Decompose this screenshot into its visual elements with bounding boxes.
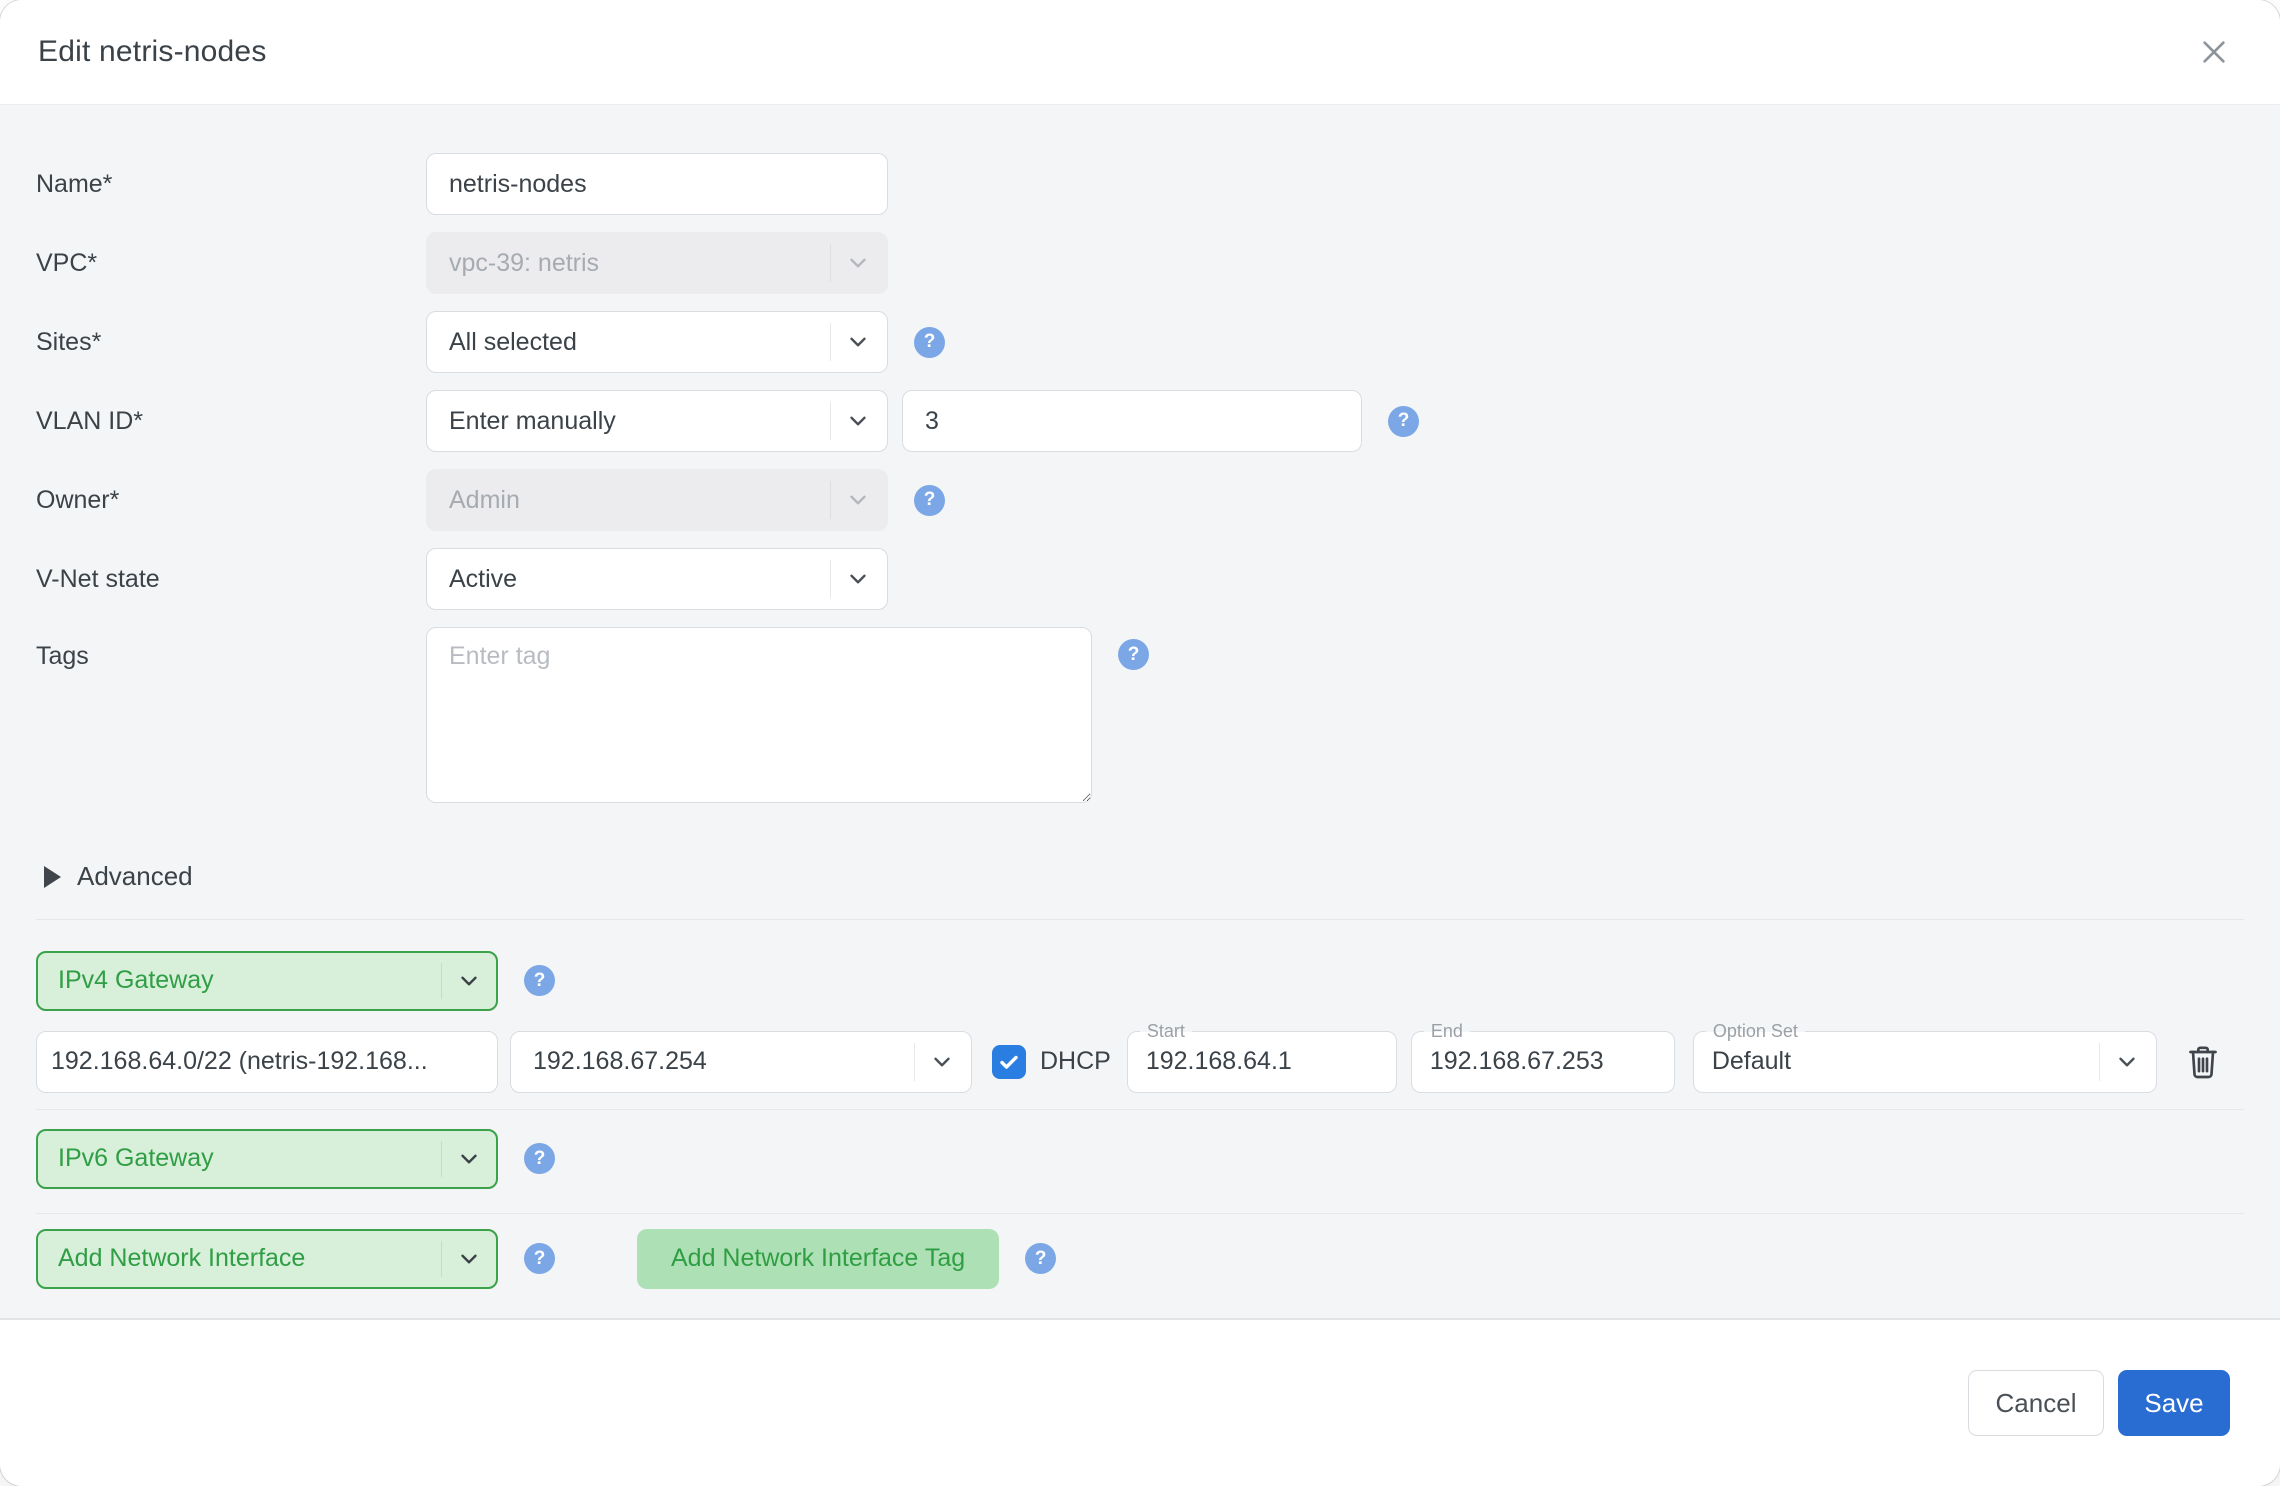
- add-interface-help-icon[interactable]: ?: [524, 1243, 555, 1274]
- select-divider: [441, 1141, 442, 1177]
- caret-right-icon: [44, 866, 61, 888]
- close-icon: [2198, 36, 2230, 68]
- ipv6-gateway-help-icon[interactable]: ?: [524, 1143, 555, 1174]
- vnet-state-select[interactable]: Active: [426, 548, 888, 610]
- select-divider: [830, 481, 831, 519]
- select-divider: [830, 560, 831, 598]
- owner-help-icon[interactable]: ?: [914, 485, 945, 516]
- select-divider: [441, 963, 442, 999]
- tags-label: Tags: [36, 627, 426, 671]
- ipv4-gateway-help-icon[interactable]: ?: [524, 965, 555, 996]
- dialog-body: Name* VPC* vpc-39: netris Sites* All sel…: [0, 105, 2280, 1320]
- option-set-label: Option Set: [1706, 1021, 1805, 1042]
- dhcp-end-label: End: [1424, 1021, 1470, 1042]
- tags-help-icon[interactable]: ?: [1118, 639, 1149, 670]
- advanced-toggle[interactable]: Advanced: [44, 861, 193, 892]
- vnet-state-label: V-Net state: [36, 565, 426, 594]
- section-divider: [36, 1213, 2244, 1214]
- dhcp-start-label: Start: [1140, 1021, 1192, 1042]
- vnet-state-value: Active: [449, 565, 517, 594]
- vpc-label: VPC*: [36, 249, 426, 278]
- select-divider: [830, 323, 831, 361]
- vlan-id-input[interactable]: [902, 390, 1362, 452]
- owner-label: Owner*: [36, 486, 426, 515]
- add-network-interface-select[interactable]: Add Network Interface: [36, 1229, 498, 1289]
- select-divider: [2099, 1043, 2100, 1081]
- select-divider: [830, 244, 831, 282]
- sites-select[interactable]: All selected: [426, 311, 888, 373]
- vlan-mode-select[interactable]: Enter manually: [426, 390, 888, 452]
- ipv6-gateway-row: IPv6 Gateway ?: [36, 1129, 2244, 1189]
- add-network-interface-tag-button[interactable]: Add Network Interface Tag: [637, 1229, 999, 1289]
- cancel-button[interactable]: Cancel: [1968, 1370, 2104, 1436]
- vnet-state-row: V-Net state Active: [36, 548, 2244, 610]
- chevron-down-icon: [929, 1049, 955, 1075]
- dhcp-checkbox[interactable]: [992, 1045, 1026, 1079]
- tags-row: Tags ?: [36, 627, 2244, 803]
- dhcp-end-value: 192.168.67.253: [1430, 1047, 1604, 1076]
- dhcp-label: DHCP: [1040, 1047, 1111, 1076]
- chevron-down-icon: [456, 1146, 482, 1172]
- select-divider: [830, 402, 831, 440]
- chevron-down-icon: [2114, 1049, 2140, 1075]
- section-divider: [36, 1109, 2244, 1110]
- dhcp-end-field[interactable]: End 192.168.67.253: [1411, 1031, 1675, 1093]
- vlan-mode-value: Enter manually: [449, 407, 616, 436]
- owner-value: Admin: [449, 486, 520, 515]
- chevron-down-icon: [845, 329, 871, 355]
- select-divider: [914, 1043, 915, 1081]
- edit-vnet-dialog: Edit netris-nodes Name* VPC* vpc-39: net…: [0, 0, 2280, 1486]
- ipv4-gateway-select-label: IPv4 Gateway: [58, 966, 214, 995]
- owner-select: Admin: [426, 469, 888, 531]
- vpc-value: vpc-39: netris: [449, 249, 599, 278]
- vlan-label: VLAN ID*: [36, 407, 426, 436]
- ipv4-gateway-row: IPv4 Gateway ?: [36, 951, 2244, 1011]
- ipv4-gateway-address-value: 192.168.67.254: [533, 1047, 707, 1076]
- vpc-select: vpc-39: netris: [426, 232, 888, 294]
- dialog-header: Edit netris-nodes: [0, 0, 2280, 105]
- ipv6-gateway-select[interactable]: IPv6 Gateway: [36, 1129, 498, 1189]
- ipv4-gateway-address-select[interactable]: 192.168.67.254: [510, 1031, 972, 1093]
- vlan-row: VLAN ID* Enter manually ?: [36, 390, 2244, 452]
- select-divider: [441, 1241, 442, 1277]
- name-label: Name*: [36, 170, 426, 199]
- owner-row: Owner* Admin ?: [36, 469, 2244, 531]
- dhcp-start-value: 192.168.64.1: [1146, 1047, 1292, 1076]
- trash-icon: [2183, 1042, 2223, 1082]
- name-input[interactable]: [426, 153, 888, 215]
- sites-label: Sites*: [36, 328, 426, 357]
- checkmark-icon: [997, 1050, 1021, 1074]
- chevron-down-icon: [456, 968, 482, 994]
- ipv6-gateway-select-label: IPv6 Gateway: [58, 1144, 214, 1173]
- add-interface-row: Add Network Interface ? Add Network Inte…: [36, 1229, 2244, 1289]
- ipv4-subnet-select[interactable]: 192.168.64.0/22 (netris-192.168...: [36, 1031, 498, 1093]
- ipv4-gateway-select[interactable]: IPv4 Gateway: [36, 951, 498, 1011]
- save-button[interactable]: Save: [2118, 1370, 2230, 1436]
- chevron-down-icon: [845, 487, 871, 513]
- dialog-title: Edit netris-nodes: [38, 35, 267, 69]
- sites-value: All selected: [449, 328, 577, 357]
- chevron-down-icon: [456, 1246, 482, 1272]
- advanced-label: Advanced: [77, 861, 193, 892]
- add-interface-tag-help-icon[interactable]: ?: [1025, 1243, 1056, 1274]
- option-set-value: Default: [1712, 1047, 1791, 1076]
- name-row: Name*: [36, 153, 2244, 215]
- close-button[interactable]: [2192, 30, 2236, 74]
- dialog-footer: Cancel Save: [0, 1320, 2280, 1486]
- vlan-help-icon[interactable]: ?: [1388, 406, 1419, 437]
- vpc-row: VPC* vpc-39: netris: [36, 232, 2244, 294]
- chevron-down-icon: [845, 566, 871, 592]
- ipv4-fields-row: 192.168.64.0/22 (netris-192.168... 192.1…: [36, 1031, 2244, 1093]
- tags-input[interactable]: [426, 627, 1092, 803]
- sites-row: Sites* All selected ?: [36, 311, 2244, 373]
- chevron-down-icon: [845, 408, 871, 434]
- ipv4-subnet-value: 192.168.64.0/22 (netris-192.168...: [51, 1047, 428, 1076]
- sites-help-icon[interactable]: ?: [914, 327, 945, 358]
- chevron-down-icon: [845, 250, 871, 276]
- option-set-select[interactable]: Option Set Default: [1693, 1031, 2157, 1093]
- delete-gateway-button[interactable]: [2183, 1042, 2223, 1082]
- section-divider: [36, 919, 2244, 920]
- dhcp-start-field[interactable]: Start 192.168.64.1: [1127, 1031, 1397, 1093]
- add-network-interface-label: Add Network Interface: [58, 1244, 305, 1273]
